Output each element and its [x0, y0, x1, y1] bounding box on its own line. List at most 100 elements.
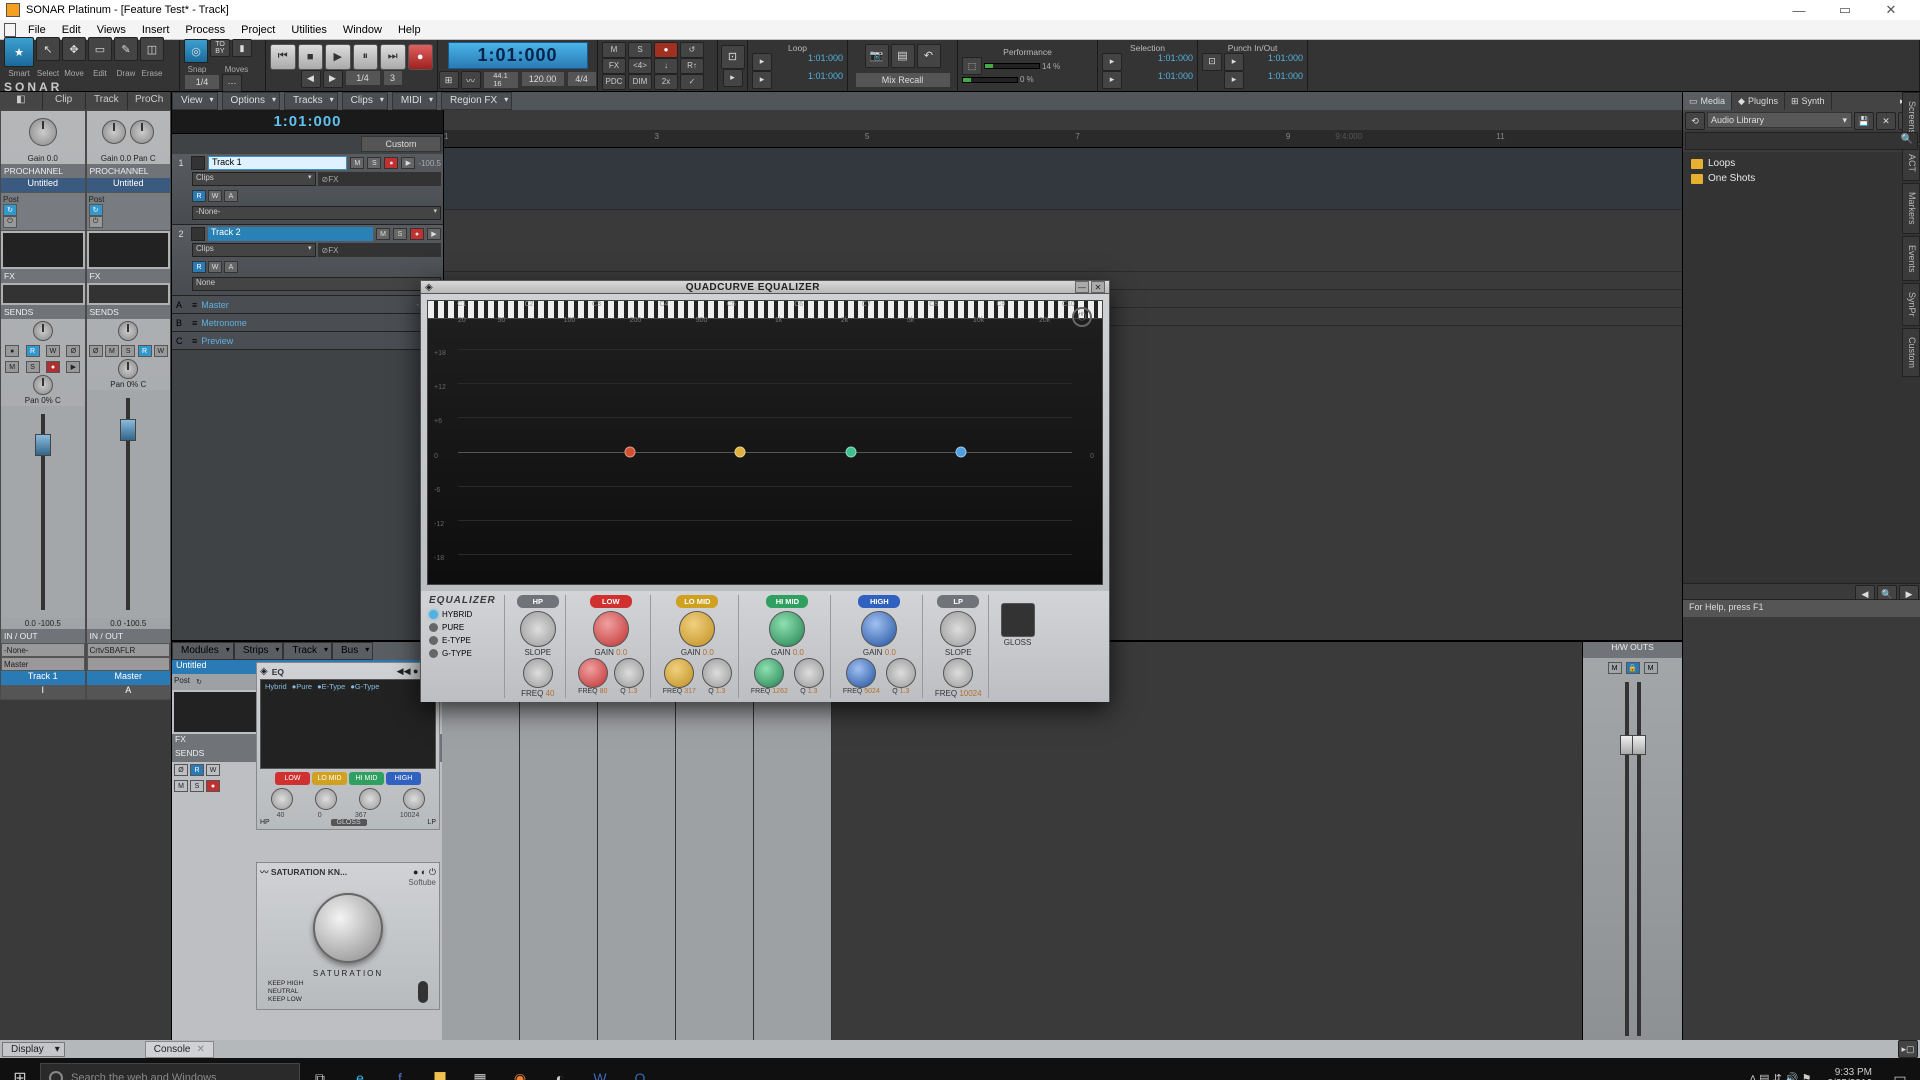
track-2-read[interactable]: R — [192, 261, 206, 273]
synpr-tab[interactable]: SynPr — [1902, 283, 1920, 326]
menu-insert[interactable]: Insert — [134, 22, 178, 38]
punch-from-time[interactable]: 1:01:000 — [1246, 53, 1303, 71]
track-1-arm[interactable]: ● — [384, 157, 398, 169]
browser-back-button[interactable]: ⟲ — [1685, 112, 1705, 130]
solo-2[interactable]: S — [121, 345, 135, 357]
maximize-button[interactable]: ▭ — [1822, 0, 1868, 20]
eq-k2[interactable] — [315, 788, 337, 810]
power-toggle-1[interactable]: ⏻ — [3, 216, 17, 228]
pan-knob-2[interactable] — [118, 359, 138, 379]
input-combo-2[interactable]: CrtvSBAFLR — [87, 643, 171, 657]
eq-node-high[interactable] — [956, 446, 967, 457]
next-marker-button[interactable]: ▶ — [323, 70, 343, 88]
input-echo-1[interactable]: ▶ — [66, 361, 80, 373]
taskbar-edge[interactable]: e — [340, 1058, 380, 1080]
taskbar-word[interactable]: W — [580, 1058, 620, 1080]
strip-1-name[interactable]: Untitled — [1, 178, 85, 192]
track-1-aux[interactable]: A — [224, 190, 238, 202]
taskbar-outlook[interactable]: O — [620, 1058, 660, 1080]
power-toggle-2[interactable]: ⏻ — [89, 216, 103, 228]
notifications-button[interactable]: ▭ — [1880, 1058, 1920, 1080]
meter-display[interactable]: 4/4 — [567, 71, 597, 87]
loop-to-time[interactable]: 1:01:000 — [774, 71, 843, 89]
browser-tab-synth[interactable]: ⊞ Synth — [1785, 92, 1832, 110]
tv-midi-menu[interactable]: MIDI — [392, 92, 437, 110]
stop-button[interactable]: ■ — [298, 44, 324, 70]
eq-band-lomid[interactable]: LO MID — [312, 772, 347, 785]
close-button[interactable]: ✕ — [1868, 0, 1914, 20]
track-2-clips-combo[interactable]: Clips — [192, 243, 316, 257]
route-name-1[interactable]: Track 1 — [1, 671, 85, 685]
pro-read[interactable]: R — [190, 764, 204, 776]
menu-utilities[interactable]: Utilities — [283, 22, 334, 38]
browser-tab-plugins[interactable]: ◆ PlugIns — [1732, 92, 1785, 110]
in-button[interactable]: ↓ — [654, 58, 678, 74]
eq-win-min[interactable]: — — [1075, 281, 1089, 293]
eq-type-etype[interactable]: E-TYPE — [429, 636, 496, 645]
sel-to-time[interactable]: 1:01:000 — [1124, 71, 1193, 89]
strip-2-name[interactable]: Untitled — [87, 178, 171, 192]
console-strips-menu[interactable]: Strips — [234, 642, 284, 660]
2x-button[interactable]: 2x — [654, 74, 678, 90]
track-2-name[interactable]: Track 2 — [208, 227, 373, 241]
display-menu[interactable]: Display — [2, 1042, 65, 1057]
track-1-write[interactable]: W — [208, 190, 222, 202]
bus-header-b[interactable]: B≡Metronome — [172, 314, 443, 332]
transport-time-display[interactable]: 1:01:000 — [448, 42, 588, 69]
post-toggle-1[interactable]: ↻ — [3, 204, 17, 216]
tv-clips-menu[interactable]: Clips — [342, 92, 388, 110]
inspector-collapse[interactable]: ◧ — [0, 92, 43, 110]
taskbar-facebook[interactable]: f — [380, 1058, 420, 1080]
inspector-tab-clip[interactable]: Clip — [43, 92, 86, 110]
phase-1[interactable]: Ø — [66, 345, 80, 357]
lp-slope-knob[interactable] — [940, 611, 976, 647]
himid-q-knob[interactable] — [794, 658, 824, 688]
high-tag[interactable]: HIGH — [858, 595, 900, 608]
fader-cap-1[interactable] — [35, 434, 51, 456]
browser-file-list[interactable]: Loops One Shots — [1683, 152, 1920, 583]
send-knob-2[interactable] — [118, 321, 138, 341]
solo-1[interactable]: S — [26, 361, 40, 373]
eq-type-gtype[interactable]: G-TYPE — [429, 649, 496, 658]
mix-recall-combo[interactable]: Mix Recall — [855, 72, 951, 88]
inspector-tab-track[interactable]: Track — [86, 92, 129, 110]
post-toggle-2[interactable]: ↻ — [89, 204, 103, 216]
screenshot-button[interactable]: 📷 — [865, 44, 889, 68]
eq-node-himid[interactable] — [845, 446, 856, 457]
eq-node-low[interactable] — [624, 446, 635, 457]
dim-button[interactable]: DIM — [628, 74, 652, 90]
track-1-clips-combo[interactable]: Clips — [192, 172, 316, 186]
tv-regionfx-menu[interactable]: Region FX — [441, 92, 512, 110]
sel-from-time[interactable]: 1:01:000 — [1124, 53, 1193, 71]
draw-tool-button[interactable]: ✎ — [114, 37, 138, 61]
eq-graph[interactable]: C1C2C3C4C5C6C7C8C9C10 ⏻ +18 +12 +6 00 -6… — [427, 300, 1103, 585]
pro-solo[interactable]: S — [190, 780, 204, 792]
track-preset-combo[interactable]: Custom — [361, 136, 441, 152]
track-1-mute[interactable]: M — [350, 157, 364, 169]
console-modules-menu[interactable]: Modules — [172, 642, 234, 660]
eq-band-low[interactable]: LOW — [275, 772, 310, 785]
sel-set-from[interactable]: ▸ — [1102, 53, 1122, 71]
eq-k4[interactable] — [403, 788, 425, 810]
snap-to-button[interactable]: TOBY — [210, 39, 230, 57]
notes-button[interactable]: ▤ — [891, 44, 915, 68]
snap-button[interactable]: ◎ — [184, 39, 208, 63]
time-ruler[interactable]: 1 3 5 7 9 9:4:000 11 — [444, 130, 1682, 148]
browser-tab-media[interactable]: ▭ Media — [1683, 92, 1732, 110]
eq-power-button[interactable]: ⏻ — [1072, 307, 1092, 327]
browser-search-input[interactable]: 🔍 — [1685, 132, 1918, 150]
pro-post-toggle[interactable]: ↻ — [192, 676, 206, 688]
browser-location-combo[interactable]: Audio Library — [1707, 112, 1852, 128]
track-2-solo[interactable]: S — [393, 228, 407, 240]
minimize-button[interactable]: — — [1776, 0, 1822, 20]
pro-phase[interactable]: Ø — [174, 764, 188, 776]
menu-edit[interactable]: Edit — [54, 22, 89, 38]
hw-m2[interactable]: M — [1644, 662, 1658, 674]
snap-res-2[interactable]: 1/4 — [345, 70, 381, 86]
loop-set-to[interactable]: ▸ — [752, 71, 772, 89]
dock-button[interactable]: ▸▢ — [1898, 1040, 1918, 1058]
ripple-button[interactable]: R↑ — [680, 58, 704, 74]
audio-engine-button[interactable]: 〰 — [461, 71, 481, 89]
snap-value[interactable]: 1/4 — [184, 74, 220, 90]
high-freq-knob[interactable] — [846, 658, 876, 688]
